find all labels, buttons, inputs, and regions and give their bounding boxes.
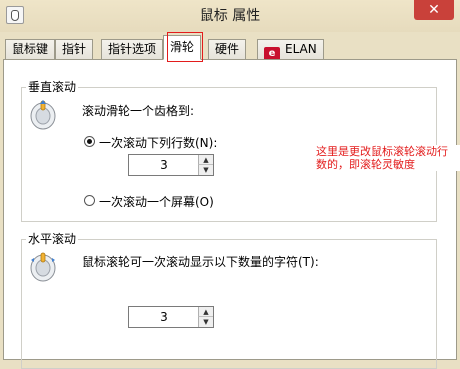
horizontal-scroll-title: 水平滚动	[26, 230, 79, 247]
annotation-line-1: 这里是更改鼠标滚轮滚动行	[316, 145, 448, 158]
tab-elan[interactable]: e ELAN	[257, 39, 324, 61]
horizontal-instruction: 鼠标滚轮可一次滚动显示以下数量的字符(T):	[82, 255, 319, 269]
scroll-screen-radio[interactable]	[84, 195, 95, 206]
tab-strip: 鼠标键 指针 指针选项 滑轮 硬件 e ELAN	[0, 34, 460, 61]
tab-buttons[interactable]: 鼠标键	[5, 39, 56, 59]
scroll-screen-label[interactable]: 一次滚动一个屏幕(O)	[99, 193, 214, 210]
scroll-lines-radio[interactable]	[84, 136, 95, 147]
tab-hardware[interactable]: 硬件	[208, 39, 247, 59]
scroll-chars-value[interactable]: 3	[129, 307, 199, 327]
mouse-wheel-icon	[30, 100, 56, 130]
scroll-lines-up-button[interactable]: ▲	[198, 155, 213, 165]
highlight-box	[167, 32, 203, 62]
red-annotation: 这里是更改鼠标滚轮滚动行 数的，即滚轮灵敏度	[316, 145, 460, 171]
tab-elan-label: ELAN	[285, 42, 317, 56]
window-title: 鼠标 属性	[199, 8, 261, 24]
scroll-lines-label[interactable]: 一次滚动下列行数(N):	[99, 134, 217, 151]
title-bar: 鼠标 属性 ✕	[0, 0, 460, 32]
mouse-wheel-icon	[30, 252, 56, 282]
wheel-settings-panel: 垂直滚动 滚动滑轮一个齿格到: 一次滚动下列行数(N): 3 ▲ ▼ 一次滚动一…	[3, 59, 457, 369]
scroll-chars-stepper[interactable]: 3 ▲ ▼	[128, 306, 214, 328]
close-button[interactable]: ✕	[414, 0, 454, 20]
scroll-lines-down-button[interactable]: ▼	[198, 165, 213, 175]
scroll-chars-up-button[interactable]: ▲	[198, 307, 213, 317]
tab-pointer-options[interactable]: 指针选项	[101, 39, 164, 59]
scroll-lines-value[interactable]: 3	[129, 155, 199, 175]
annotation-line-2: 数的，即滚轮灵敏度	[316, 158, 415, 171]
tab-pointers[interactable]: 指针	[55, 39, 94, 59]
vertical-scroll-title: 垂直滚动	[26, 78, 79, 95]
scroll-lines-stepper[interactable]: 3 ▲ ▼	[128, 154, 214, 176]
scroll-chars-down-button[interactable]: ▼	[198, 317, 213, 327]
vertical-instruction: 滚动滑轮一个齿格到:	[82, 104, 195, 118]
